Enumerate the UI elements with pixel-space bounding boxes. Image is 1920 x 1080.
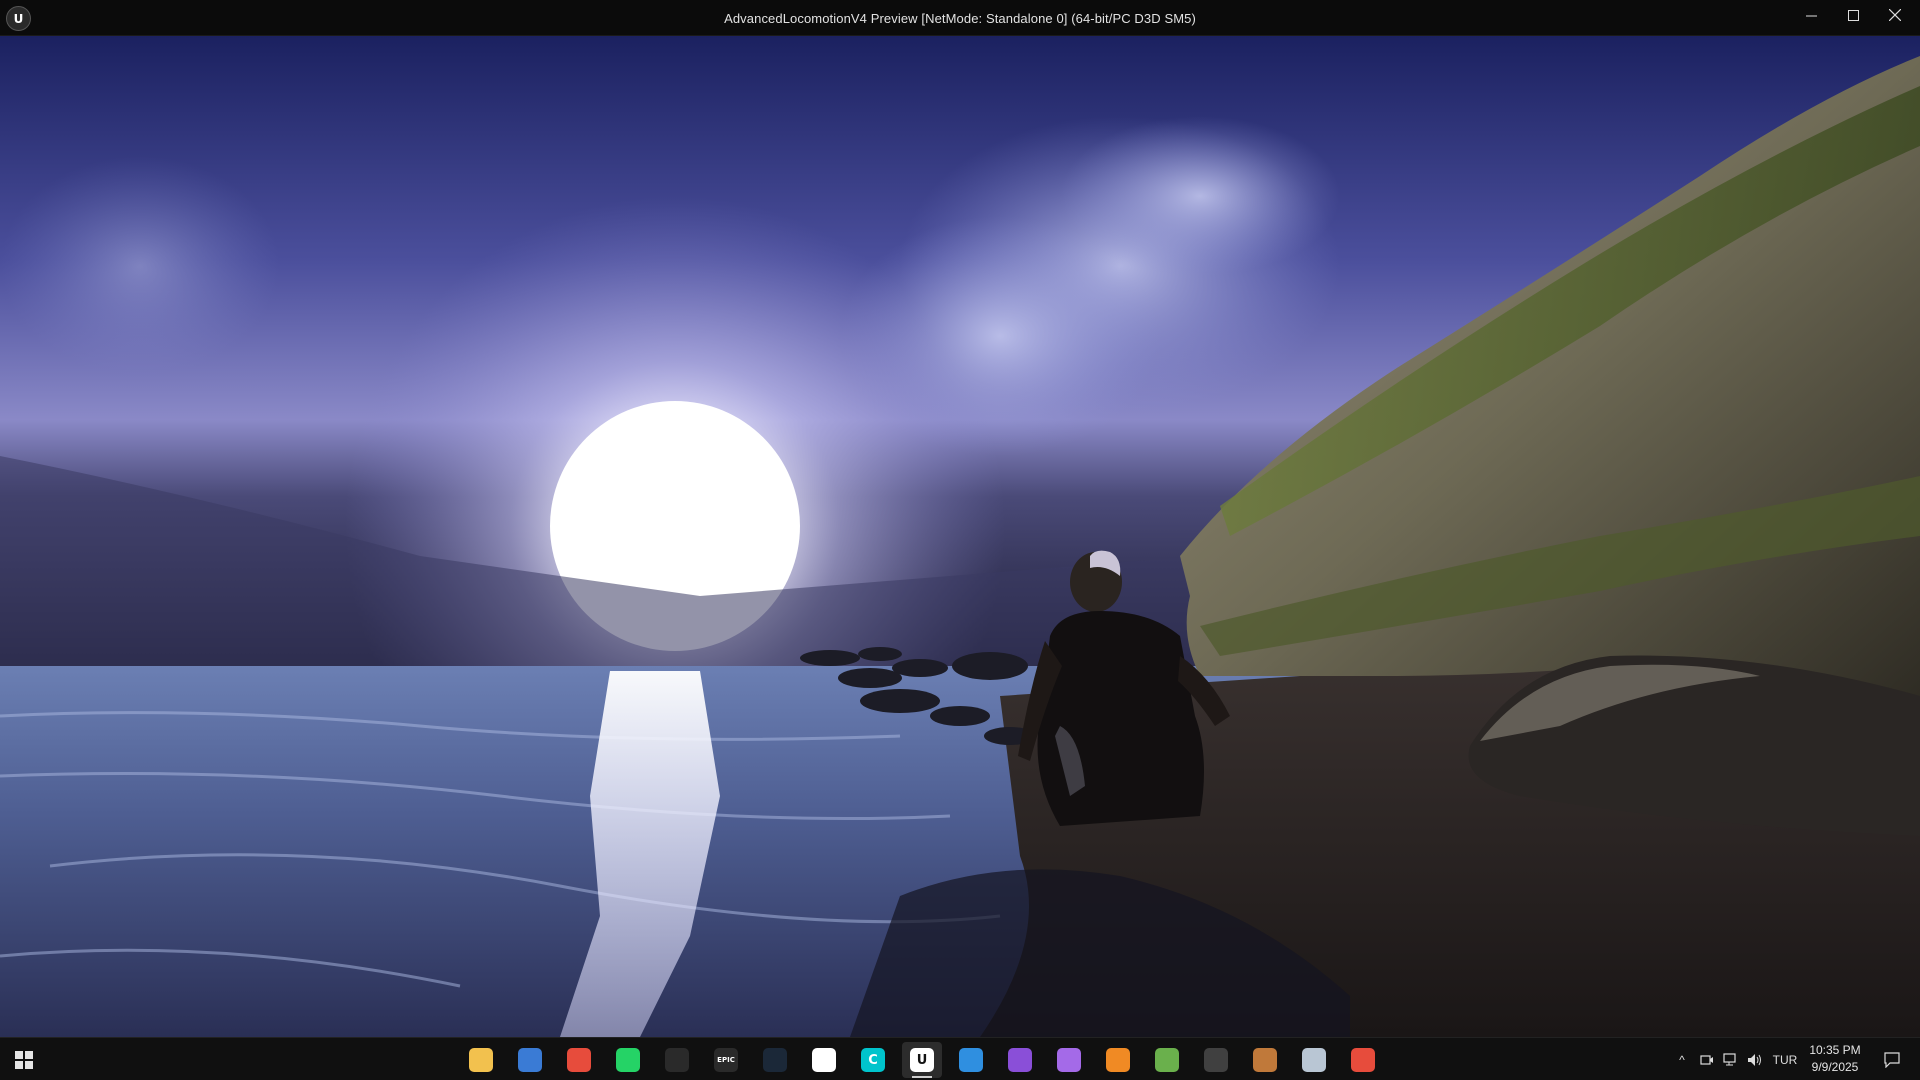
visual-studio-icon <box>1008 1048 1032 1072</box>
network-icon[interactable] <box>1720 1038 1742 1080</box>
volume-icon[interactable] <box>1744 1038 1766 1080</box>
start-button[interactable] <box>8 1044 40 1076</box>
taskbar-app-epic-games[interactable]: EPIC <box>706 1042 746 1078</box>
taskbar-app-gimp-tool[interactable] <box>1245 1042 1285 1078</box>
paint-app-icon <box>1253 1048 1277 1072</box>
maximize-icon <box>1847 9 1859 21</box>
folder-icon <box>469 1048 493 1072</box>
taskbar-app-microsoft-store[interactable] <box>510 1042 550 1078</box>
store-icon <box>518 1048 542 1072</box>
taskbar-app-android-studio[interactable] <box>1147 1042 1187 1078</box>
input-language-indicator[interactable]: TUR <box>1768 1038 1802 1080</box>
taskbar-app-vs-code[interactable] <box>951 1042 991 1078</box>
chevron-up-icon: ^ <box>1679 1052 1685 1067</box>
epic-games-icon: EPIC <box>714 1048 738 1072</box>
vscode-icon <box>959 1048 983 1072</box>
windows-taskbar: EPIC C U ^ TUR 10:35 PM 9/9/2025 <box>0 1037 1920 1080</box>
windows-logo-icon <box>15 1051 33 1069</box>
clock-date: 9/9/2025 <box>1811 1060 1859 1074</box>
taskbar-app-google-chrome[interactable] <box>559 1042 599 1078</box>
disk-icon <box>1302 1048 1326 1072</box>
steam-icon <box>763 1048 787 1072</box>
canva-icon: C <box>861 1048 885 1072</box>
clock[interactable]: 10:35 PM 9/9/2025 <box>1800 1042 1870 1076</box>
taskbar-app-disk-utility[interactable] <box>1294 1042 1334 1078</box>
capcut-icon <box>812 1048 836 1072</box>
minimize-button[interactable] <box>1790 0 1832 30</box>
clock-time: 10:35 PM <box>1809 1043 1861 1057</box>
close-icon <box>1889 9 1901 21</box>
chrome-icon <box>567 1048 591 1072</box>
openai-icon <box>665 1048 689 1072</box>
obs-icon <box>1204 1048 1228 1072</box>
maximize-button[interactable] <box>1832 0 1874 30</box>
taskbar-app-obs-studio[interactable] <box>1196 1042 1236 1078</box>
game-viewport[interactable] <box>0 36 1920 1037</box>
desktop: U AdvancedLocomotionV4 Preview [NetMode:… <box>0 0 1920 1080</box>
taskbar-app-unreal-engine[interactable]: U <box>902 1042 942 1078</box>
color-wheel-icon <box>1351 1048 1375 1072</box>
unreal-icon: U <box>910 1048 934 1072</box>
tray-overflow-button[interactable]: ^ <box>1670 1038 1694 1080</box>
minimize-icon <box>1805 15 1817 16</box>
taskbar-app-file-explorer[interactable] <box>461 1042 501 1078</box>
blender-icon <box>1106 1048 1130 1072</box>
notification-icon <box>1884 1052 1900 1068</box>
language-label: TUR <box>1772 1052 1798 1067</box>
taskbar-app-whatsapp[interactable] <box>608 1042 648 1078</box>
taskbar-app-steam[interactable] <box>755 1042 795 1078</box>
window-titlebar[interactable]: U AdvancedLocomotionV4 Preview [NetMode:… <box>0 0 1920 36</box>
notification-center-button[interactable] <box>1878 1046 1906 1074</box>
taskbar-app-color-app[interactable] <box>1343 1042 1383 1078</box>
taskbar-app-visual-studio[interactable] <box>1000 1042 1040 1078</box>
taskbar-app-blender[interactable] <box>1098 1042 1138 1078</box>
visual-studio-preview-icon <box>1057 1048 1081 1072</box>
taskbar-app-visual-studio-preview[interactable] <box>1049 1042 1089 1078</box>
taskbar-app-chatgpt[interactable] <box>657 1042 697 1078</box>
close-button[interactable] <box>1874 0 1916 30</box>
taskbar-app-capcut[interactable] <box>804 1042 844 1078</box>
meet-now-icon[interactable] <box>1696 1038 1718 1080</box>
whatsapp-icon <box>616 1048 640 1072</box>
android-studio-icon <box>1155 1048 1179 1072</box>
window-title: AdvancedLocomotionV4 Preview [NetMode: S… <box>724 11 1196 26</box>
moonlit-beach-scene <box>0 36 1920 1037</box>
taskbar-app-canva[interactable]: C <box>853 1042 893 1078</box>
